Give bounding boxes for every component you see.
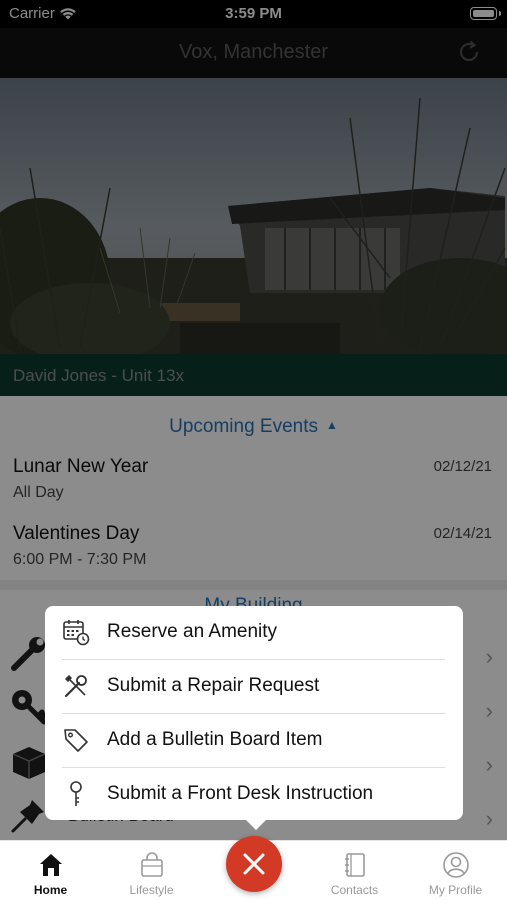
tab-label: Contacts <box>330 883 379 897</box>
menu-item-label: Submit a Front Desk Instruction <box>107 783 374 804</box>
menu-item-repair-request[interactable]: Submit a Repair Request <box>45 660 463 713</box>
close-menu-button[interactable] <box>226 836 282 892</box>
tab-home[interactable]: Home <box>0 841 101 900</box>
tab-label: My Profile <box>428 883 483 897</box>
close-icon <box>243 853 265 875</box>
profile-icon <box>442 852 469 878</box>
menu-item-label: Submit a Repair Request <box>107 675 320 696</box>
menu-item-label: Add a Bulletin Board Item <box>107 729 323 750</box>
shopping-bag-icon <box>140 852 163 877</box>
tab-my-profile[interactable]: My Profile <box>405 841 506 900</box>
calendar-clock-icon <box>63 620 90 646</box>
menu-item-reserve-amenity[interactable]: Reserve an Amenity <box>45 606 463 659</box>
key-icon <box>70 781 82 806</box>
tag-icon <box>64 729 88 752</box>
menu-item-front-desk-instruction[interactable]: Submit a Front Desk Instruction <box>45 768 463 821</box>
tab-contacts[interactable]: Contacts <box>304 841 405 900</box>
address-book-icon <box>344 853 365 877</box>
tab-lifestyle[interactable]: Lifestyle <box>101 841 202 900</box>
menu-item-bulletin-board[interactable]: Add a Bulletin Board Item <box>45 714 463 767</box>
menu-item-label: Reserve an Amenity <box>107 621 278 642</box>
quick-action-menu: Reserve an Amenity Submit a Repair Reque… <box>45 606 463 830</box>
tools-icon <box>64 675 87 698</box>
tab-label: Lifestyle <box>129 883 174 897</box>
home-icon <box>39 854 62 876</box>
tab-label: Home <box>33 883 68 897</box>
